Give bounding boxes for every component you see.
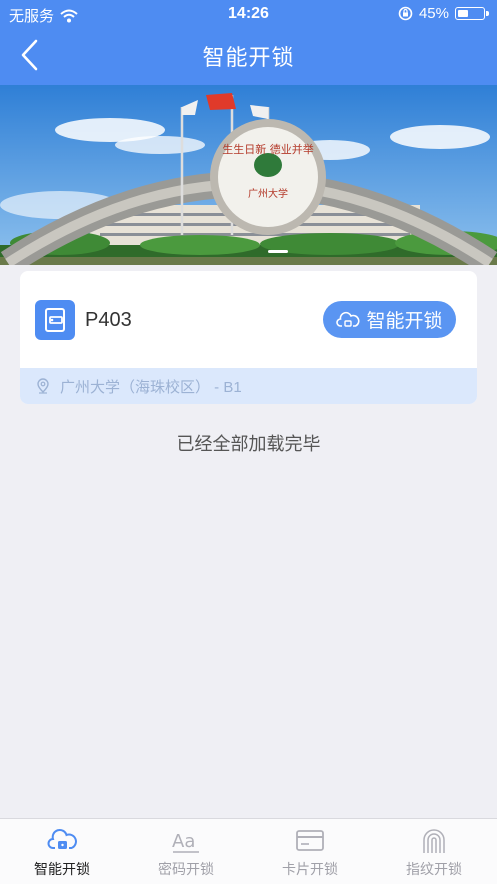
- page-title: 智能开锁: [202, 45, 295, 70]
- tab-label: 智能开锁: [34, 861, 90, 877]
- tab-label: 指纹开锁: [406, 861, 462, 877]
- location-pin-icon: [37, 378, 49, 394]
- tab-card-unlock[interactable]: 卡片开锁: [248, 819, 372, 884]
- password-icon: Aa: [172, 831, 199, 853]
- campus-banner[interactable]: 生生日新 德业并举 广州大学: [0, 85, 497, 265]
- battery-icon: [455, 7, 489, 20]
- carousel-indicator: [268, 250, 288, 253]
- cloud-lock-icon: [47, 829, 77, 849]
- bottom-tab-bar: 智能开锁 Aa 密码开锁 卡片开锁 指纹开锁: [0, 818, 497, 884]
- banner-slogan: 生生日新 德业并举: [222, 142, 314, 156]
- door-lock-icon: [35, 300, 75, 340]
- battery-percent: 45%: [418, 5, 449, 22]
- status-bar: 无服务 14:26 45%: [0, 0, 497, 28]
- cloud-unlock-icon: [336, 311, 360, 327]
- tab-fingerprint-unlock[interactable]: 指纹开锁: [372, 819, 496, 884]
- fingerprint-icon: [423, 829, 445, 853]
- lock-location-text: 广州大学（海珠校区） - B1: [60, 378, 242, 396]
- card-icon: [296, 830, 324, 851]
- smart-unlock-button[interactable]: 智能开锁: [323, 301, 456, 338]
- header: 无服务 14:26 45% 智能开锁: [0, 0, 497, 85]
- tab-smart-unlock[interactable]: 智能开锁: [0, 819, 124, 884]
- list-end-text: 已经全部加载完毕: [176, 434, 321, 454]
- orientation-lock-icon: [398, 6, 413, 21]
- banner-gate-text: 广州大学: [248, 187, 288, 200]
- campus-gate-photo: 生生日新 德业并举 广州大学: [0, 85, 497, 265]
- smart-unlock-label: 智能开锁: [366, 311, 443, 332]
- lock-name: P403: [85, 309, 132, 331]
- lock-location-row: 广州大学（海珠校区） - B1: [20, 368, 477, 404]
- lock-card: P403 智能开锁 广州大学（海珠校区） - B1: [20, 271, 477, 404]
- tab-label: 密码开锁: [158, 861, 214, 877]
- tab-label: 卡片开锁: [282, 861, 338, 877]
- svg-text:Aa: Aa: [172, 831, 195, 852]
- tab-password-unlock[interactable]: Aa 密码开锁: [124, 819, 248, 884]
